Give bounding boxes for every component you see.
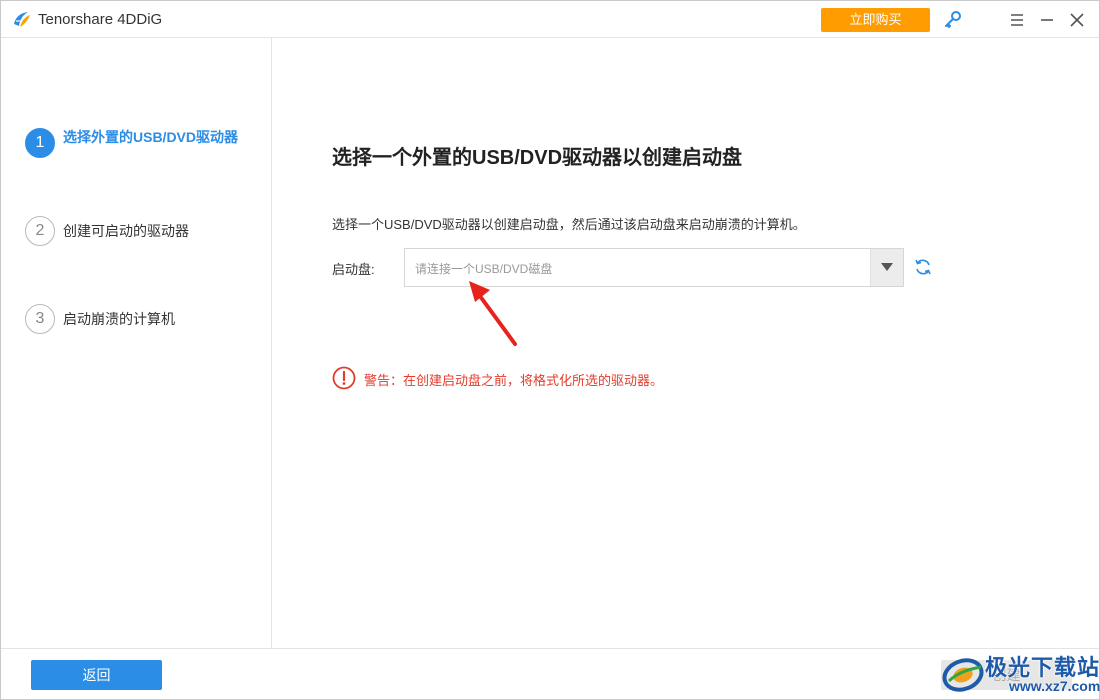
steps-sidebar: 1 选择外置的USB/DVD驱动器 2 创建可启动的驱动器 3 启动崩溃的计算机 bbox=[1, 38, 272, 648]
app-window: Tenorshare 4DDiG 立即购买 1 选择外置的USB/DVD驱动器 … bbox=[0, 0, 1100, 700]
page-description: 选择一个USB/DVD驱动器以创建启动盘，然后通过该启动盘来启动崩溃的计算机。 bbox=[332, 217, 806, 232]
step-number: 2 bbox=[25, 216, 55, 246]
warning-text: 警告：在创建启动盘之前，将格式化所选的驱动器。 bbox=[364, 373, 664, 388]
back-button[interactable]: 返回 bbox=[31, 660, 162, 690]
app-logo-icon bbox=[14, 12, 30, 27]
footer-bar: 返回 创建 bbox=[1, 648, 1099, 699]
boot-disk-label: 启动盘: bbox=[332, 262, 375, 277]
site-watermark: 极光下载站 www.xz7.com bbox=[939, 646, 1100, 699]
title-bar: Tenorshare 4DDiG 立即购买 bbox=[1, 1, 1099, 38]
exclamation-circle-icon bbox=[332, 366, 356, 390]
watermark-logo-icon bbox=[942, 658, 984, 692]
minimize-icon[interactable] bbox=[1037, 10, 1057, 30]
key-icon[interactable] bbox=[943, 10, 963, 30]
page-title: 选择一个外置的USB/DVD驱动器以创建启动盘 bbox=[332, 147, 743, 169]
dropdown-toggle[interactable] bbox=[870, 249, 903, 286]
buy-now-button[interactable]: 立即购买 bbox=[821, 8, 930, 32]
hamburger-menu-icon[interactable] bbox=[1007, 10, 1027, 30]
main-content: 选择一个外置的USB/DVD驱动器以创建启动盘 选择一个USB/DVD驱动器以创… bbox=[273, 38, 1099, 648]
step-number: 1 bbox=[25, 128, 55, 158]
watermark-url: www.xz7.com bbox=[1009, 678, 1100, 694]
boot-disk-placeholder: 请连接一个USB/DVD磁盘 bbox=[415, 262, 553, 276]
app-title: Tenorshare 4DDiG bbox=[38, 11, 163, 28]
step-label: 选择外置的USB/DVD驱动器 bbox=[63, 129, 239, 145]
step-label: 启动崩溃的计算机 bbox=[63, 311, 175, 327]
refresh-icon[interactable] bbox=[913, 257, 933, 277]
caret-down-icon bbox=[881, 263, 893, 271]
close-icon[interactable] bbox=[1067, 10, 1087, 30]
step-number: 3 bbox=[25, 304, 55, 334]
annotation-arrow-icon bbox=[469, 281, 517, 346]
step-label: 创建可启动的驱动器 bbox=[63, 223, 189, 239]
